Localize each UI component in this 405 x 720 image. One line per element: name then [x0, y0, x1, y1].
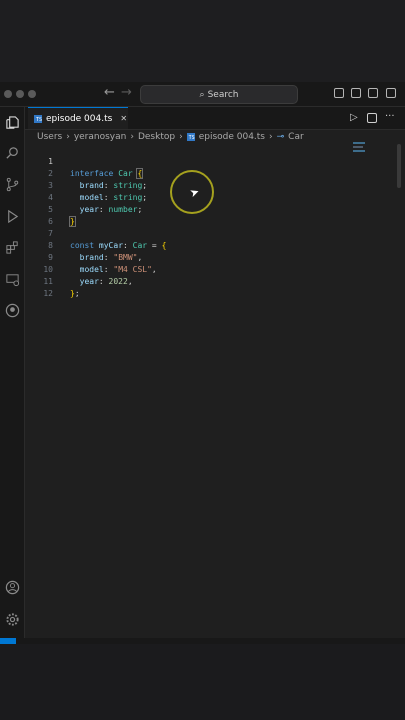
- close-tab-icon[interactable]: ✕: [120, 114, 127, 123]
- code-line: 8 brand: "BMW",: [25, 228, 395, 262]
- status-bar: [0, 638, 405, 644]
- code-line: 9 model: "M4 CSL",: [25, 240, 395, 274]
- title-bar: ← → ⌕ Search: [0, 82, 405, 107]
- explorer-icon[interactable]: [3, 113, 21, 131]
- toggle-secondary-sidebar-icon[interactable]: [368, 88, 378, 98]
- remote-indicator[interactable]: [0, 638, 16, 644]
- settings-gear-icon[interactable]: [3, 610, 21, 628]
- code-line: 12: [25, 276, 395, 298]
- minimize-window-button[interactable]: [16, 90, 24, 98]
- close-window-button[interactable]: [4, 90, 12, 98]
- split-editor-icon[interactable]: [367, 113, 377, 123]
- editor-tab-bar: TS episode 004.ts ✕ ▷ ···: [25, 107, 405, 130]
- back-arrow-icon[interactable]: ←: [104, 85, 115, 100]
- activity-bar: [0, 107, 25, 638]
- chevron-right-icon: ›: [130, 132, 134, 142]
- code-editor[interactable]: 1 interface Car { 2 brand: string; 3 mod…: [25, 142, 405, 638]
- code-line: 10 year: 2022,: [25, 252, 395, 286]
- interface-symbol-icon: ⊸: [276, 132, 285, 142]
- remote-explorer-icon[interactable]: [3, 270, 21, 288]
- extensions-icon[interactable]: [3, 238, 21, 256]
- code-line: 1 interface Car {: [25, 144, 395, 179]
- vertical-scrollbar[interactable]: [397, 144, 401, 188]
- chevron-right-icon: ›: [179, 132, 183, 142]
- customize-layout-icon[interactable]: [386, 88, 396, 98]
- typescript-file-icon: TS: [34, 114, 42, 123]
- zoom-window-button[interactable]: [28, 90, 36, 98]
- account-icon[interactable]: [3, 578, 21, 596]
- typescript-file-icon: TS: [186, 133, 195, 141]
- code-line: 3 model: string;: [25, 168, 395, 202]
- command-search-box[interactable]: ⌕ Search: [140, 85, 298, 104]
- breadcrumb-symbol[interactable]: Car: [288, 132, 304, 142]
- run-debug-icon[interactable]: [3, 207, 21, 225]
- code-line: 7 const myCar: Car = {: [25, 216, 395, 250]
- search-icon: ⌕: [199, 89, 205, 100]
- breadcrumb-file[interactable]: episode 004.ts: [199, 132, 265, 142]
- toggle-primary-sidebar-icon[interactable]: [334, 88, 344, 98]
- code-line: 6: [25, 204, 395, 226]
- line-number: 12: [43, 289, 53, 298]
- breadcrumb-desktop[interactable]: Desktop: [138, 132, 175, 142]
- breadcrumb: Users › yeranosyan › Desktop › TS episod…: [37, 130, 304, 144]
- video-top-band: [0, 0, 405, 82]
- tab-label: episode 004.ts: [46, 113, 113, 124]
- toggle-panel-icon[interactable]: [351, 88, 361, 98]
- more-actions-icon[interactable]: ···: [385, 111, 395, 122]
- forward-arrow-icon[interactable]: →: [121, 85, 132, 100]
- github-icon[interactable]: [3, 301, 21, 319]
- breadcrumb-users[interactable]: Users: [37, 132, 62, 142]
- code-line: 2 brand: string;: [25, 156, 395, 190]
- code-line: 11 };: [25, 264, 395, 298]
- tab-episode-004[interactable]: TS episode 004.ts ✕: [28, 107, 128, 129]
- search-label: Search: [207, 89, 239, 100]
- minimap[interactable]: [353, 142, 367, 154]
- breadcrumb-user-folder[interactable]: yeranosyan: [74, 132, 127, 142]
- chevron-right-icon: ›: [66, 132, 70, 142]
- source-control-icon[interactable]: [3, 175, 21, 193]
- run-code-icon[interactable]: ▷: [350, 112, 358, 123]
- search-icon[interactable]: [3, 144, 21, 162]
- chevron-right-icon: ›: [269, 132, 273, 142]
